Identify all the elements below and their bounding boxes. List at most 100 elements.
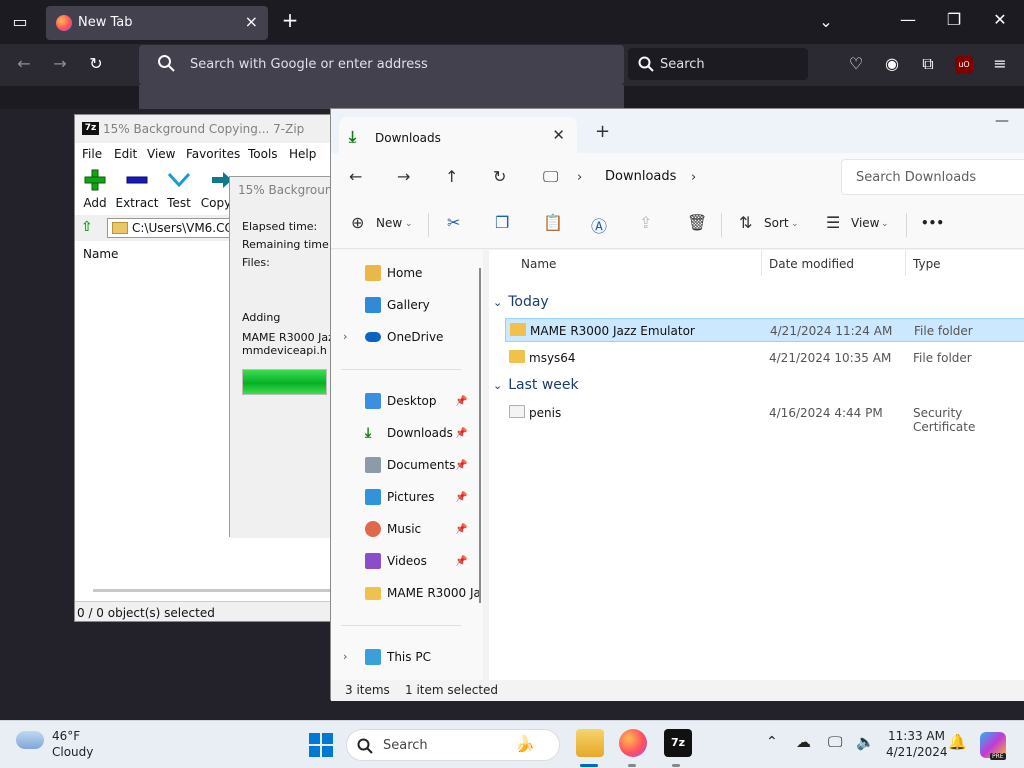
notification-bell-icon[interactable]: 🔔	[948, 733, 967, 751]
divider	[721, 213, 722, 237]
network-icon[interactable]: 🖵	[828, 733, 842, 751]
delete-icon[interactable]: 🗑	[687, 213, 707, 232]
sort-button[interactable]: Sort	[764, 216, 789, 230]
menu-view[interactable]: View	[147, 147, 175, 161]
breadcrumb-chevron-icon[interactable]: ›	[577, 170, 582, 185]
back-arrow-icon[interactable]: ←	[14, 54, 34, 74]
minimize-button[interactable]: —	[898, 10, 918, 30]
group-header-last-week[interactable]: ⌄ Last week	[493, 377, 579, 393]
paste-icon[interactable]: 📋	[543, 213, 563, 232]
explorer-tab-title: Downloads	[375, 131, 441, 145]
nav-thispc-label: This PC	[387, 650, 431, 664]
pin-icon[interactable]: 📌	[455, 396, 467, 407]
minimize-button[interactable]: —	[995, 113, 1009, 129]
sort-icon[interactable]: ⇅	[739, 213, 752, 232]
file-name: msys64	[529, 351, 576, 365]
firefox-view-icon[interactable]: ▭	[10, 12, 30, 32]
firefox-taskbar-icon[interactable]	[619, 729, 647, 757]
list-item[interactable]: MAME R3000 Jazz Emulator 4/21/2024 11:24…	[505, 318, 1024, 342]
rename-icon[interactable]: Ⓐ	[591, 213, 607, 237]
reload-icon[interactable]: ↻	[86, 54, 106, 74]
close-tab-button[interactable]: ×	[245, 12, 258, 31]
volume-icon[interactable]: 🔈	[856, 733, 875, 751]
explorer-navigation-pane: Home Gallery › OneDrive Desktop 📌 ⤓ Down…	[331, 250, 483, 680]
menu-tools[interactable]: Tools	[248, 147, 278, 161]
cut-icon[interactable]: ✂	[447, 213, 460, 232]
explorer-window: ⤓ Downloads ✕ + — ← → ↑ ↻ 🖵 › Downloads …	[330, 108, 1024, 701]
column-divider[interactable]	[761, 250, 762, 276]
firefox-search-box[interactable]: Search	[628, 48, 808, 80]
7zip-column-name[interactable]: Name	[83, 247, 118, 261]
explorer-tab-downloads[interactable]: ⤓ Downloads ✕	[339, 117, 577, 153]
pictures-icon	[365, 489, 381, 505]
account-icon[interactable]: ◉	[882, 54, 902, 74]
up-arrow-icon[interactable]: ↑	[445, 167, 458, 186]
menu-edit[interactable]: Edit	[114, 147, 137, 161]
file-type: File folder	[914, 324, 973, 338]
url-bar[interactable]: Search with Google or enter address	[139, 45, 624, 85]
column-header-name[interactable]: Name	[521, 257, 556, 271]
menu-help[interactable]: Help	[289, 147, 316, 161]
new-tab-button[interactable]: +	[280, 10, 300, 30]
column-header-type[interactable]: Type	[913, 257, 941, 271]
onedrive-offline-icon[interactable]: ☁	[796, 733, 811, 751]
7zip-title-bar[interactable]: 7z 15% Background Copying... 7-Zip	[75, 115, 331, 143]
close-window-button[interactable]: ✕	[990, 10, 1010, 30]
expand-chevron-icon[interactable]: ›	[343, 330, 347, 343]
divider	[906, 213, 907, 237]
forward-arrow-icon[interactable]: →	[397, 167, 410, 186]
copy-icon[interactable]: ❐	[495, 213, 509, 232]
column-divider[interactable]	[905, 250, 906, 276]
pin-icon[interactable]: 📌	[455, 524, 467, 535]
explorer-search-box[interactable]: Search Downloads	[841, 159, 1024, 195]
ublock-icon[interactable]: uO	[955, 56, 973, 74]
nav-scrollbar[interactable]	[479, 268, 481, 603]
breadcrumb-chevron-icon[interactable]: ›	[691, 170, 696, 185]
refresh-icon[interactable]: ↻	[493, 167, 506, 186]
7zip-taskbar-icon[interactable]: 7z	[664, 729, 692, 757]
new-plus-icon[interactable]: ⊕	[351, 213, 364, 232]
firefox-tab-new-tab[interactable]: New Tab ×	[46, 6, 268, 40]
computer-icon[interactable]: 🖵	[543, 167, 558, 187]
tab-list-chevron-icon[interactable]: ⌄	[816, 12, 836, 32]
firefox-search-placeholder: Search	[660, 57, 705, 72]
view-icon[interactable]: ☰	[826, 213, 840, 232]
plus-icon	[84, 169, 106, 191]
view-button[interactable]: View	[851, 216, 879, 230]
pin-icon[interactable]: 📌	[455, 492, 467, 503]
taskbar-search-box[interactable]: Search 🍌	[346, 729, 560, 761]
forward-arrow-icon[interactable]: →	[50, 54, 70, 74]
back-arrow-icon[interactable]: ←	[349, 167, 362, 186]
maximize-button[interactable]: ❐	[944, 10, 964, 30]
pocket-icon[interactable]: ♡	[846, 54, 866, 74]
search-icon	[638, 56, 654, 72]
windows-start-icon[interactable]	[309, 733, 333, 757]
7zip-window-title: 15% Background Copying... 7-Zip	[103, 122, 305, 136]
list-item[interactable]: msys64 4/21/2024 10:35 AM File folder	[505, 346, 1024, 370]
menu-hamburger-icon[interactable]: ≡	[990, 54, 1010, 74]
file-explorer-taskbar-icon[interactable]	[576, 729, 604, 757]
list-item[interactable]: penis 4/16/2024 4:44 PM Security Certifi…	[505, 401, 1024, 434]
new-button[interactable]: New	[376, 216, 402, 230]
column-header-date[interactable]: Date modified	[769, 257, 854, 271]
close-tab-button[interactable]: ✕	[552, 126, 565, 144]
new-tab-button[interactable]: +	[595, 121, 610, 142]
menu-favorites[interactable]: Favorites	[186, 147, 240, 161]
clock-date[interactable]: 4/21/2024	[886, 745, 948, 759]
extensions-icon[interactable]: ⧉	[918, 54, 938, 74]
7zip-horizontal-scrollbar[interactable]	[93, 589, 333, 592]
up-folder-icon[interactable]: ⇧	[81, 219, 93, 235]
expand-chevron-icon[interactable]: ›	[343, 650, 347, 663]
clock-time[interactable]: 11:33 AM	[888, 729, 945, 743]
minus-icon	[126, 176, 148, 184]
pin-icon[interactable]: 📌	[455, 428, 467, 439]
pin-icon[interactable]: 📌	[455, 460, 467, 471]
breadcrumb-downloads[interactable]: Downloads	[605, 169, 676, 184]
copy-label: Copy	[200, 196, 232, 210]
pin-icon[interactable]: 📌	[455, 556, 467, 567]
show-hidden-icons-chevron-icon[interactable]: ⌃	[766, 734, 778, 750]
group-header-today[interactable]: ⌄ Today	[493, 294, 549, 310]
more-options-button[interactable]: •••	[921, 216, 944, 230]
menu-file[interactable]: File	[82, 147, 102, 161]
share-icon[interactable]: ⇪	[639, 213, 652, 232]
